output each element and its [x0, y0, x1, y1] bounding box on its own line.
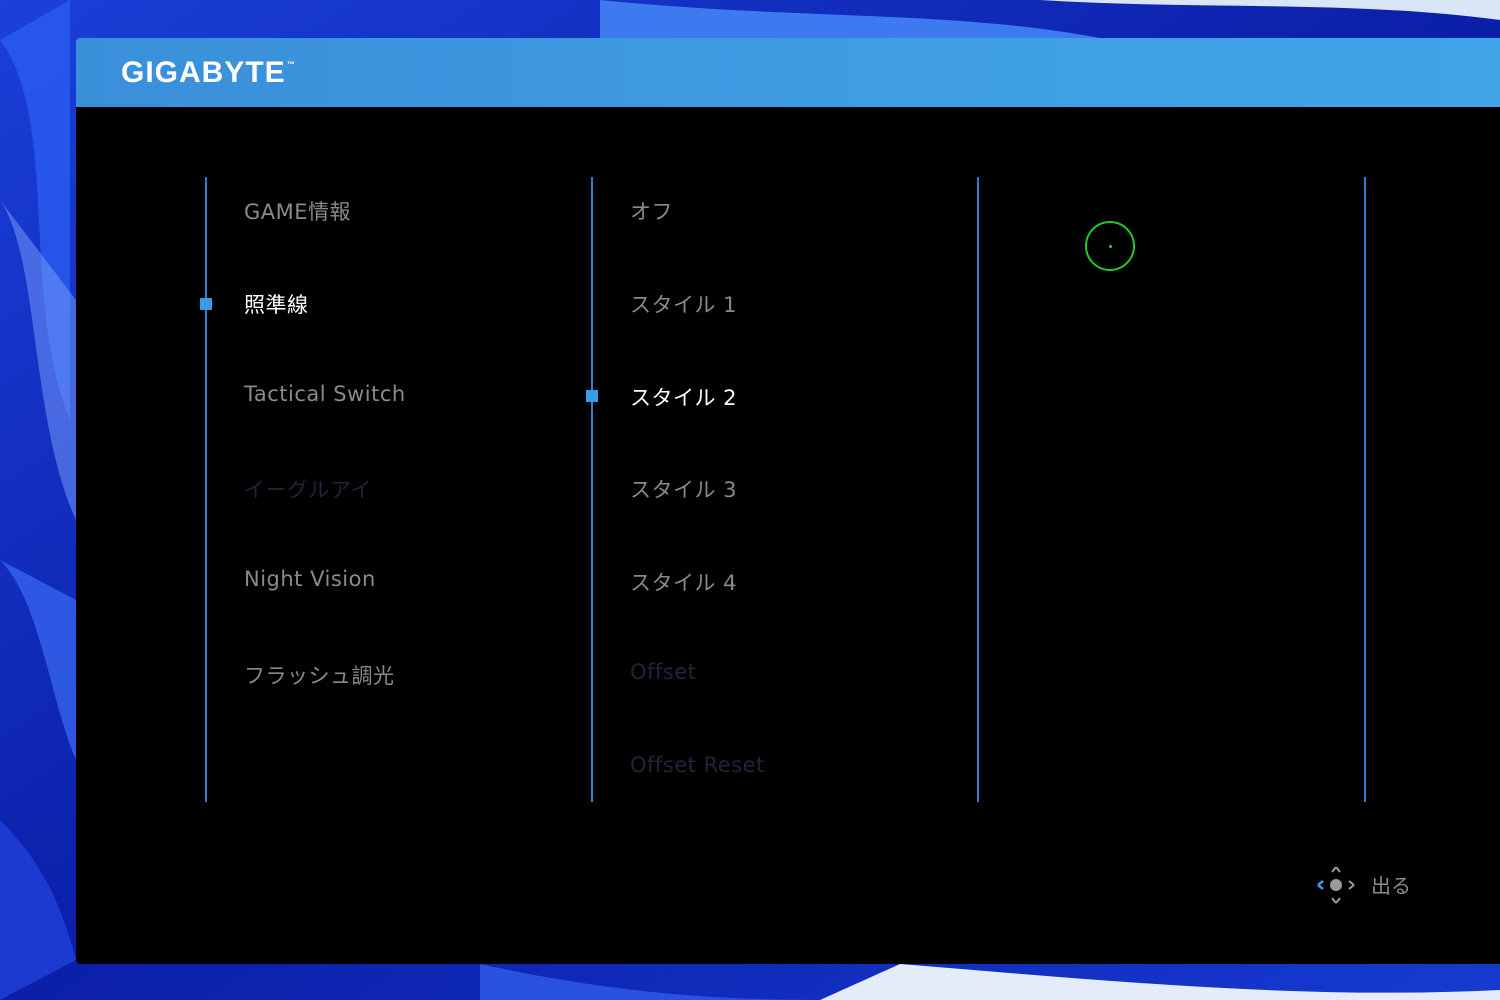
sub-item-style-2[interactable]: スタイル 2	[630, 382, 737, 412]
osd-menu-panel: GIGABYTE™ GAME情報 照準線 Tactical Switch イーグ…	[76, 38, 1500, 964]
menu-item-game-info[interactable]: GAME情報	[244, 196, 351, 226]
gigabyte-logo: GIGABYTE™	[121, 56, 296, 90]
selection-marker-main	[200, 298, 212, 310]
trademark-mark: ™	[286, 60, 296, 69]
menu-item-crosshair[interactable]: 照準線	[244, 289, 309, 319]
column-line-end	[1364, 177, 1366, 802]
sub-item-style-3[interactable]: スタイル 3	[630, 474, 737, 504]
brand-logo-text: GIGABYTE	[121, 56, 286, 89]
sub-item-style-1[interactable]: スタイル 1	[630, 289, 737, 319]
joystick-nav-icon	[1317, 866, 1355, 904]
sub-item-style-4[interactable]: スタイル 4	[630, 567, 737, 597]
exit-label[interactable]: 出る	[1371, 870, 1411, 899]
sub-item-off[interactable]: オフ	[630, 196, 673, 226]
menu-item-eagle-eye: イーグルアイ	[244, 478, 372, 502]
column-line-main	[205, 177, 207, 802]
column-line-preview	[977, 177, 979, 802]
crosshair-center-dot	[1109, 245, 1112, 248]
sub-item-offset: Offset	[630, 660, 697, 684]
osd-header: GIGABYTE™	[76, 38, 1500, 107]
column-line-sub	[591, 177, 593, 802]
menu-item-flash-dimming[interactable]: フラッシュ調光	[244, 660, 395, 690]
menu-item-tactical-switch[interactable]: Tactical Switch	[244, 382, 406, 406]
selection-marker-sub	[586, 390, 598, 402]
sub-item-offset-reset: Offset Reset	[630, 753, 765, 777]
menu-item-night-vision[interactable]: Night Vision	[244, 567, 376, 591]
